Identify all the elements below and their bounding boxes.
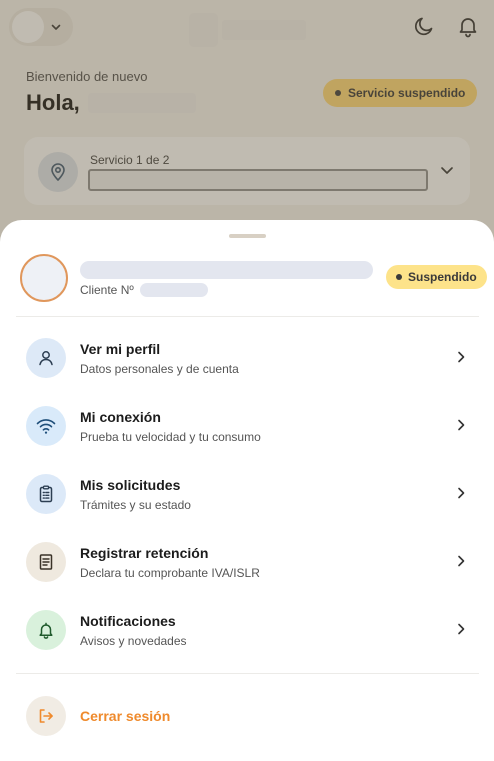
logout-icon	[26, 696, 66, 736]
logout-label: Cerrar sesión	[80, 708, 171, 724]
avatar	[20, 254, 68, 302]
account-menu: Ver mi perfil Datos personales y de cuen…	[0, 326, 494, 666]
menu-item-title: Mi conexión	[80, 409, 161, 425]
menu-item-subtitle: Declara tu comprobante IVA/ISLR	[80, 566, 260, 580]
bell-icon	[26, 610, 66, 650]
menu-item-subtitle: Prueba tu velocidad y tu consumo	[80, 430, 261, 444]
status-dot	[396, 274, 402, 280]
menu-item-requests[interactable]: Mis solicitudes Trámites y su estado	[0, 462, 494, 530]
user-icon	[26, 338, 66, 378]
account-bottom-sheet: Cliente Nº Suspendido Ver mi perfil Dato…	[0, 220, 494, 761]
divider	[16, 673, 479, 674]
drag-handle[interactable]	[229, 234, 266, 238]
chevron-right-icon	[454, 486, 468, 505]
status-badge: Suspendido	[386, 265, 487, 289]
clipboard-icon	[26, 474, 66, 514]
chevron-right-icon	[454, 418, 468, 437]
divider	[16, 316, 479, 317]
menu-item-title: Notificaciones	[80, 613, 176, 629]
status-badge-label: Suspendido	[408, 270, 477, 284]
chevron-right-icon	[454, 350, 468, 369]
menu-item-connection[interactable]: Mi conexión Prueba tu velocidad y tu con…	[0, 394, 494, 462]
receipt-icon	[26, 542, 66, 582]
menu-item-title: Ver mi perfil	[80, 341, 161, 357]
menu-item-subtitle: Trámites y su estado	[80, 498, 191, 512]
client-number-placeholder	[139, 283, 208, 297]
menu-item-subtitle: Datos personales y de cuenta	[80, 362, 239, 376]
menu-item-notifications[interactable]: Notificaciones Avisos y novedades	[0, 598, 494, 666]
menu-item-withholding[interactable]: Registrar retención Declara tu comproban…	[0, 530, 494, 598]
client-name-placeholder	[80, 261, 373, 279]
menu-item-title: Mis solicitudes	[80, 477, 181, 493]
menu-item-profile[interactable]: Ver mi perfil Datos personales y de cuen…	[0, 326, 494, 394]
profile-header: Cliente Nº Suspendido	[0, 250, 494, 316]
wifi-icon	[26, 406, 66, 446]
chevron-right-icon	[454, 622, 468, 641]
client-number-label: Cliente Nº	[80, 283, 134, 297]
menu-item-subtitle: Avisos y novedades	[80, 634, 187, 648]
logout-button[interactable]: Cerrar sesión	[0, 682, 494, 746]
menu-item-title: Registrar retención	[80, 545, 209, 561]
client-number: Cliente Nº	[80, 283, 208, 297]
chevron-right-icon	[454, 554, 468, 573]
